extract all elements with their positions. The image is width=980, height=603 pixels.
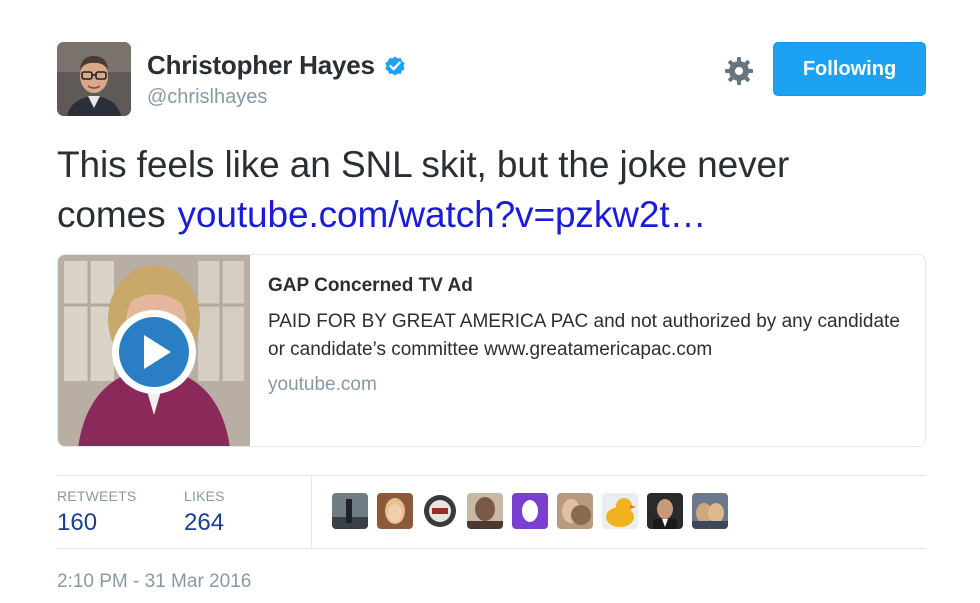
retweets-count: 160 xyxy=(57,509,98,536)
author-avatar[interactable] xyxy=(57,42,131,116)
card-description: PAID FOR BY GREAT AMERICA PAC and not au… xyxy=(268,311,900,360)
tweet-timestamp[interactable]: 2:10 PM - 31 Mar 2016 xyxy=(57,571,251,593)
stats-top-divider xyxy=(57,475,926,476)
likers-avatars xyxy=(332,493,728,529)
card-domain: youtube.com xyxy=(268,374,377,395)
video-thumbnail[interactable] xyxy=(58,255,250,446)
likes-count: 264 xyxy=(184,509,225,536)
retweets-stat[interactable]: RETWEETS 160 xyxy=(57,488,136,537)
gear-icon[interactable] xyxy=(723,55,755,87)
card-title: GAP Concerned TV Ad xyxy=(268,275,473,296)
stats-separator xyxy=(311,476,312,548)
stats-bottom-divider xyxy=(57,548,926,549)
likes-label: LIKES xyxy=(184,488,225,504)
liker-avatar[interactable] xyxy=(692,493,728,529)
liker-avatar[interactable] xyxy=(512,493,548,529)
liker-avatar[interactable] xyxy=(602,493,638,529)
liker-avatar[interactable] xyxy=(377,493,413,529)
liker-avatar[interactable] xyxy=(557,493,593,529)
likes-stat[interactable]: LIKES 264 xyxy=(184,488,225,537)
author-handle[interactable]: @chrislhayes xyxy=(147,86,267,109)
following-button[interactable]: Following xyxy=(773,42,926,96)
card-body: GAP Concerned TV Ad PAID FOR BY GREAT AM… xyxy=(268,275,908,396)
retweets-label: RETWEETS xyxy=(57,488,137,504)
verified-badge-icon xyxy=(383,54,407,78)
tweet-link[interactable]: youtube.com/watch?v=pzkw2t… xyxy=(177,194,706,235)
link-card[interactable]: GAP Concerned TV Ad PAID FOR BY GREAT AM… xyxy=(57,254,926,447)
author-name-row: Christopher Hayes xyxy=(147,50,407,81)
liker-avatar[interactable] xyxy=(467,493,503,529)
author-display-name[interactable]: Christopher Hayes xyxy=(147,50,375,81)
liker-avatar[interactable] xyxy=(647,493,683,529)
tweet-text: This feels like an SNL skit, but the jok… xyxy=(57,140,937,240)
tweet: Christopher Hayes @chrislhayes Following… xyxy=(0,0,980,603)
liker-avatar[interactable] xyxy=(332,493,368,529)
liker-avatar[interactable] xyxy=(422,493,458,529)
